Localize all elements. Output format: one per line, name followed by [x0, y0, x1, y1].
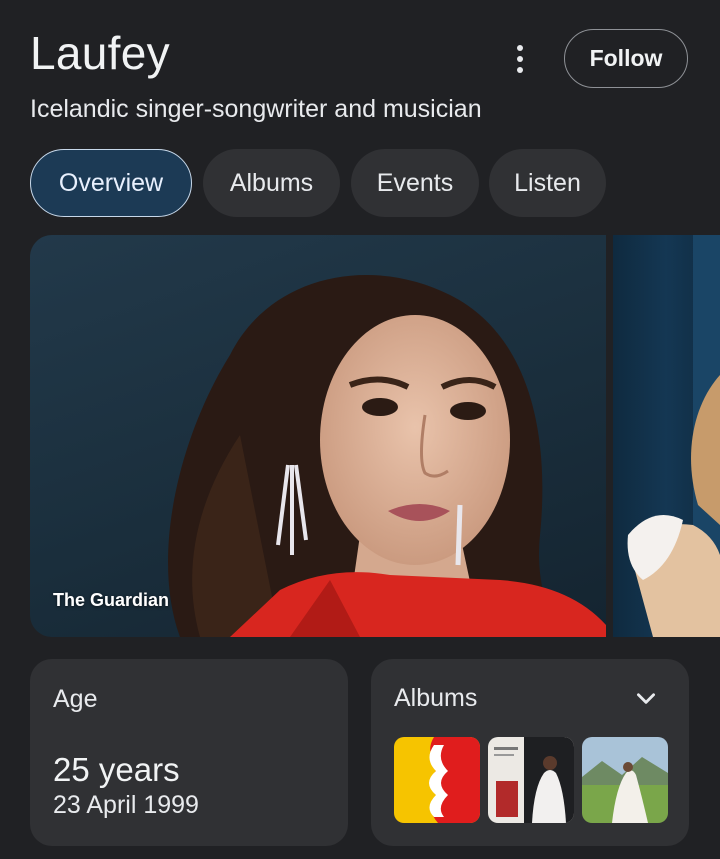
chevron-down-icon[interactable]: [633, 685, 659, 711]
album-cover-1[interactable]: [394, 737, 480, 823]
album-cover-2-art: [488, 737, 574, 823]
artist-photo-secondary[interactable]: [613, 235, 720, 637]
artist-portrait-image: [168, 275, 606, 637]
albums-label: Albums: [394, 684, 478, 712]
album-cover-2[interactable]: [488, 737, 574, 823]
album-cover-1-art: [394, 737, 480, 823]
page-title: Laufey: [30, 27, 170, 79]
age-value: 25 years: [53, 751, 180, 788]
albums-card[interactable]: Albums: [371, 659, 689, 846]
tab-overview[interactable]: Overview: [30, 149, 192, 217]
tab-albums[interactable]: Albums: [203, 149, 340, 217]
album-cover-3[interactable]: [582, 737, 668, 823]
album-cover-3-art: [582, 737, 668, 823]
tab-events[interactable]: Events: [351, 149, 479, 217]
page-subtitle: Icelandic singer-songwriter and musician: [30, 95, 482, 123]
age-label: Age: [53, 685, 98, 713]
secondary-portrait-image: [627, 235, 720, 637]
more-options-icon[interactable]: [506, 40, 534, 78]
image-source-caption: The Guardian: [53, 590, 170, 610]
artist-photo[interactable]: The Guardian: [30, 235, 606, 637]
age-card: Age 25 years 23 April 1999: [30, 659, 348, 846]
follow-button[interactable]: Follow: [564, 29, 688, 88]
birth-date: 23 April 1999: [53, 791, 199, 819]
tab-listen[interactable]: Listen: [489, 149, 606, 217]
